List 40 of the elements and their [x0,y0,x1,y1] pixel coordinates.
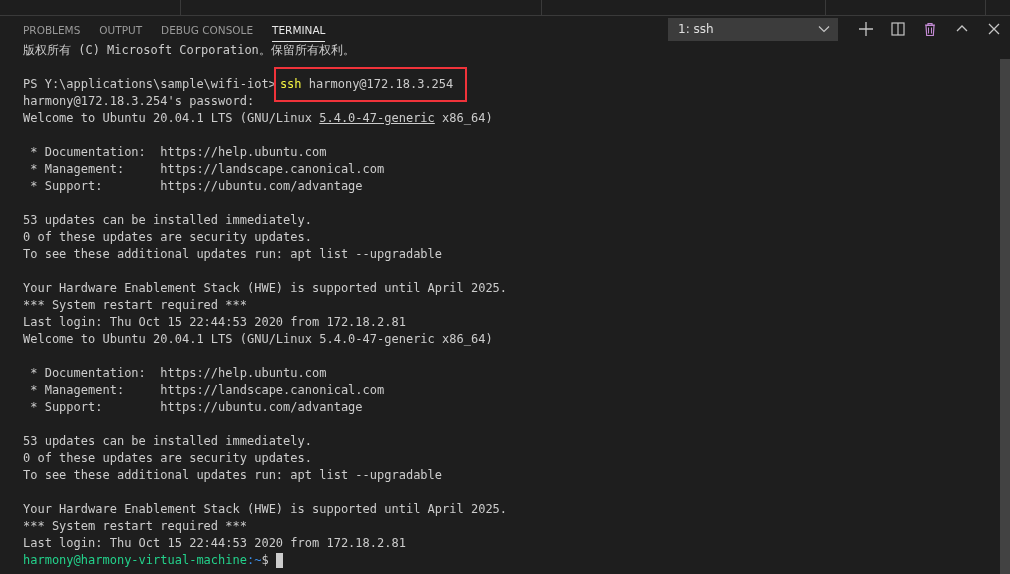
terminal-line: To see these additional updates run: apt list --upgradable [23,467,443,484]
terminal-text: Welcome to Ubuntu 20.04.1 LTS (GNU/Linux 5.4.0-47-generic x86_64) [23,331,493,348]
trash-icon[interactable] [922,21,938,37]
terminal-line: * Documentation: https://help.ubuntu.com [29,144,327,161]
command-text: ssh harmony@172.18.3.254 [275,69,466,100]
panel-tab[interactable]: DEBUG CONSOLE [161,18,254,42]
panel-tab[interactable]: OUTPUT [99,18,143,42]
terminal-text: x86_64) [441,110,493,127]
terminal-line: * Support: https://ubuntu.com/advantage [29,178,363,195]
terminal-dropdown[interactable]: 1: ssh [668,17,838,41]
terminal-line: Your Hardware Enablement Stack (HWE) is supported until April 2025. [23,501,508,518]
terminal-line: 0 of these updates are security updates. [23,450,312,467]
panel-tab[interactable]: TERMINAL [272,18,326,42]
terminal-link[interactable]: 5.4.0-47-generic [319,110,435,127]
terminal-line: 53 updates can be installed immediately. [23,433,312,450]
panel-tab[interactable]: PROBLEMS [23,18,81,42]
terminal-line: * Documentation: https://help.ubuntu.com [29,365,327,382]
terminal-line: 0 of these updates are security updates. [23,229,312,246]
terminal-line: 版权所有 (C) Microsoft Corporation。保留所有权利。 [23,42,355,59]
prompt-path: :~ [246,552,262,569]
terminal-line: *** System restart required *** [23,297,247,314]
terminal-text: Welcome to Ubuntu 20.04.1 LTS (GNU/Linux [23,110,313,127]
terminal-line: * Management: https://landscape.canonical.com [29,161,385,178]
chevron-down-icon [818,25,830,33]
terminal-line: harmony@172.18.3.254's password: [23,93,255,110]
close-icon[interactable] [986,21,1002,37]
add-icon[interactable] [858,21,874,37]
terminal-line: * Management: https://landscape.canonical.com [29,382,385,399]
prompt-text: PS Y:\applications\sample\wifi-iot> [23,76,276,93]
terminal-line: *** System restart required *** [23,518,247,535]
terminal-line: * Support: https://ubuntu.com/advantage [29,399,363,416]
terminal-line: Last login: Thu Oct 15 22:44:53 2020 from 172.18.2.81 [23,535,406,552]
terminal-line: 53 updates can be installed immediately. [23,212,312,229]
terminal-line: To see these additional updates run: apt list --upgradable [23,246,443,263]
terminal-line: Your Hardware Enablement Stack (HWE) is supported until April 2025. [23,280,508,297]
terminal-line: Last login: Thu Oct 15 22:44:53 2020 from 172.18.2.81 [23,314,406,331]
scrollbar[interactable] [1000,59,1010,574]
prompt-symbol: $ [261,552,269,569]
prompt-user: harmony@harmony-virtual-machine [23,552,247,569]
split-icon[interactable] [890,21,906,37]
